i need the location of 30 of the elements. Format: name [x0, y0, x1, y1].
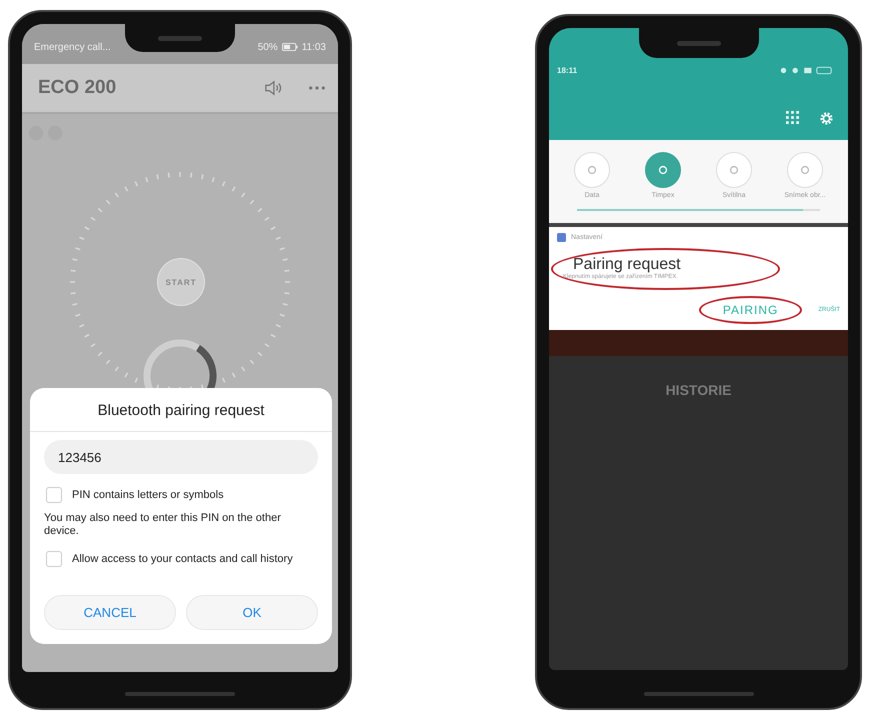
status-icons: [778, 66, 834, 75]
battery-percent: 50%: [258, 42, 278, 52]
checkbox[interactable]: [46, 487, 62, 503]
checkbox-label: Allow access to your contacts and call history: [72, 553, 293, 566]
tile-circle-icon: [657, 164, 669, 176]
settings-icon[interactable]: [819, 111, 834, 126]
notification-title: Pairing request: [573, 256, 682, 274]
tile-circle-icon: [586, 164, 598, 176]
dialog-button[interactable]: OK: [186, 595, 318, 630]
dialog-title: Bluetooth pairing request: [30, 388, 332, 432]
status-time: 18:11: [557, 66, 578, 75]
more-icon[interactable]: [308, 85, 326, 91]
status-time: 11:03: [302, 42, 326, 52]
checkbox[interactable]: [46, 551, 62, 568]
speaker-icon[interactable]: [264, 80, 282, 96]
battery-icon: [282, 43, 298, 51]
start-button[interactable]: START: [157, 258, 205, 306]
dialog-note: You may also need to enter this PIN on the other device.: [44, 512, 282, 538]
tile-circle-icon: [728, 164, 740, 176]
notification-action[interactable]: PAIRING: [698, 296, 802, 324]
app-icon: [557, 233, 566, 242]
grid-icon[interactable]: [786, 111, 799, 124]
pin-field[interactable]: 123456: [44, 440, 318, 474]
dialog-button[interactable]: CANCEL: [44, 595, 176, 630]
status-text: Emergency call...: [34, 42, 111, 52]
quick-tile-button[interactable]: [645, 152, 681, 188]
section-heading: HISTORIE: [666, 382, 732, 400]
app-title: ECO 200: [38, 77, 116, 99]
checkbox-label: PIN contains letters or symbols: [72, 489, 224, 501]
tile-circle-icon: [799, 164, 811, 176]
